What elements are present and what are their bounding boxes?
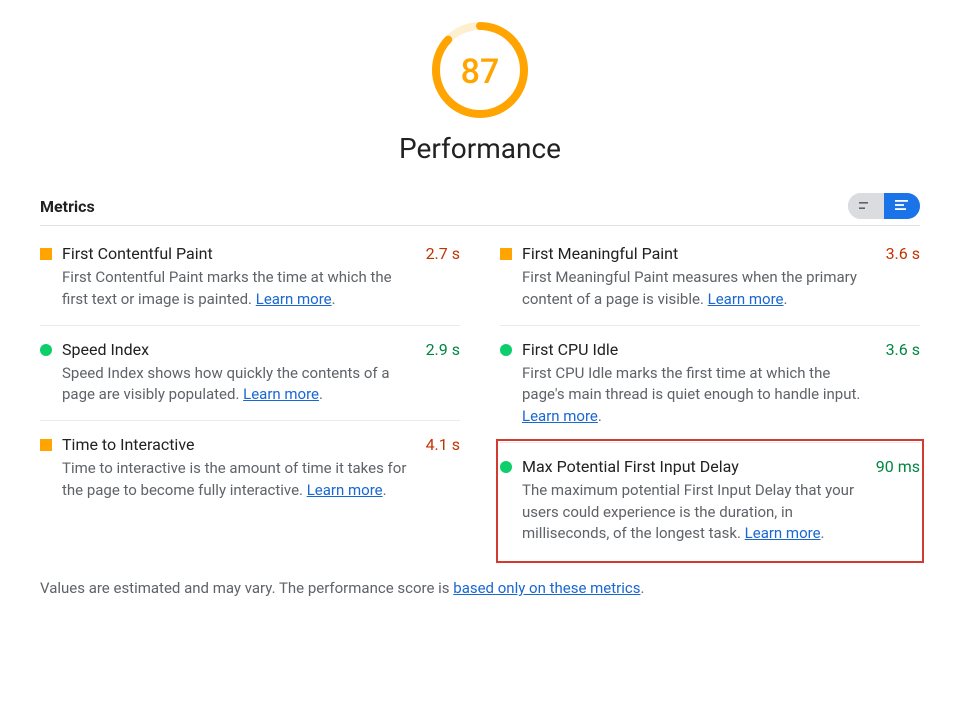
metric-body: Speed Index Speed Index shows how quickly… [62, 340, 408, 407]
learn-more-link[interactable]: Learn more [243, 385, 319, 403]
metric-body: First CPU Idle First CPU Idle marks the f… [522, 340, 868, 428]
metric-title: Speed Index [62, 340, 408, 359]
metrics-column: First Contentful Paint First Contentful P… [40, 230, 460, 559]
metric-body: First Contentful Paint First Contentful P… [62, 244, 408, 311]
metric-body: Time to Interactive Time to interactive i… [62, 435, 408, 502]
score-gauge: 87 Performance [40, 20, 920, 193]
status-average-icon [500, 248, 512, 260]
metric-row: Time to Interactive Time to interactive i… [40, 421, 460, 516]
learn-more-link[interactable]: Learn more [708, 290, 784, 308]
view-expand-button[interactable] [884, 193, 920, 219]
metric-title: Max Potential First Input Delay [522, 457, 858, 476]
metrics-footnote: Values are estimated and may vary. The p… [40, 579, 920, 597]
metric-body: Max Potential First Input Delay The maxim… [522, 457, 858, 545]
status-average-icon [40, 439, 52, 451]
metric-title: First Meaningful Paint [522, 244, 868, 263]
metric-value: 90 ms [876, 457, 920, 545]
metric-row: First Contentful Paint First Contentful P… [40, 230, 460, 326]
learn-more-link[interactable]: Learn more [522, 407, 598, 425]
collapse-icon [859, 201, 873, 211]
status-fast-icon [40, 344, 52, 356]
metric-title: First Contentful Paint [62, 244, 408, 263]
score-value: 87 [461, 52, 500, 92]
status-fast-icon [500, 344, 512, 356]
status-average-icon [40, 248, 52, 260]
metric-body: First Meaningful Paint First Meaningful P… [522, 244, 868, 311]
view-collapse-button[interactable] [848, 193, 884, 219]
metric-description: Time to interactive is the amount of tim… [62, 458, 408, 502]
metric-value: 2.7 s [426, 244, 460, 311]
metrics-column: First Meaningful Paint First Meaningful P… [500, 230, 920, 559]
view-toggle [848, 193, 920, 219]
metrics-heading: Metrics [40, 197, 95, 216]
status-fast-icon [500, 461, 512, 473]
metric-description: First CPU Idle marks the first time at w… [522, 363, 868, 428]
metric-description: Speed Index shows how quickly the conten… [62, 363, 408, 407]
metric-row: First Meaningful Paint First Meaningful P… [500, 230, 920, 326]
metric-value: 2.9 s [426, 340, 460, 407]
metric-title: First CPU Idle [522, 340, 868, 359]
metric-description: First Meaningful Paint measures when the… [522, 267, 868, 311]
category-title: Performance [399, 132, 561, 165]
metric-description: The maximum potential First Input Delay … [522, 480, 858, 545]
metric-value: 4.1 s [426, 435, 460, 502]
metric-description: First Contentful Paint marks the time at… [62, 267, 408, 311]
metric-title: Time to Interactive [62, 435, 408, 454]
metrics-grid: First Contentful Paint First Contentful P… [40, 230, 920, 559]
expand-icon [895, 200, 909, 212]
metric-value: 3.6 s [886, 244, 920, 311]
metric-row: Speed Index Speed Index shows how quickly… [40, 326, 460, 422]
learn-more-link[interactable]: Learn more [745, 524, 821, 542]
metric-value: 3.6 s [886, 340, 920, 428]
metric-row: First CPU Idle First CPU Idle marks the f… [500, 326, 920, 443]
learn-more-link[interactable]: Learn more [256, 290, 332, 308]
score-gauge-svg: 87 [430, 20, 530, 120]
metric-row: Max Potential First Input Delay The maxim… [500, 443, 920, 559]
learn-more-link[interactable]: Learn more [307, 481, 383, 499]
footnote-link[interactable]: based only on these metrics [453, 579, 640, 597]
